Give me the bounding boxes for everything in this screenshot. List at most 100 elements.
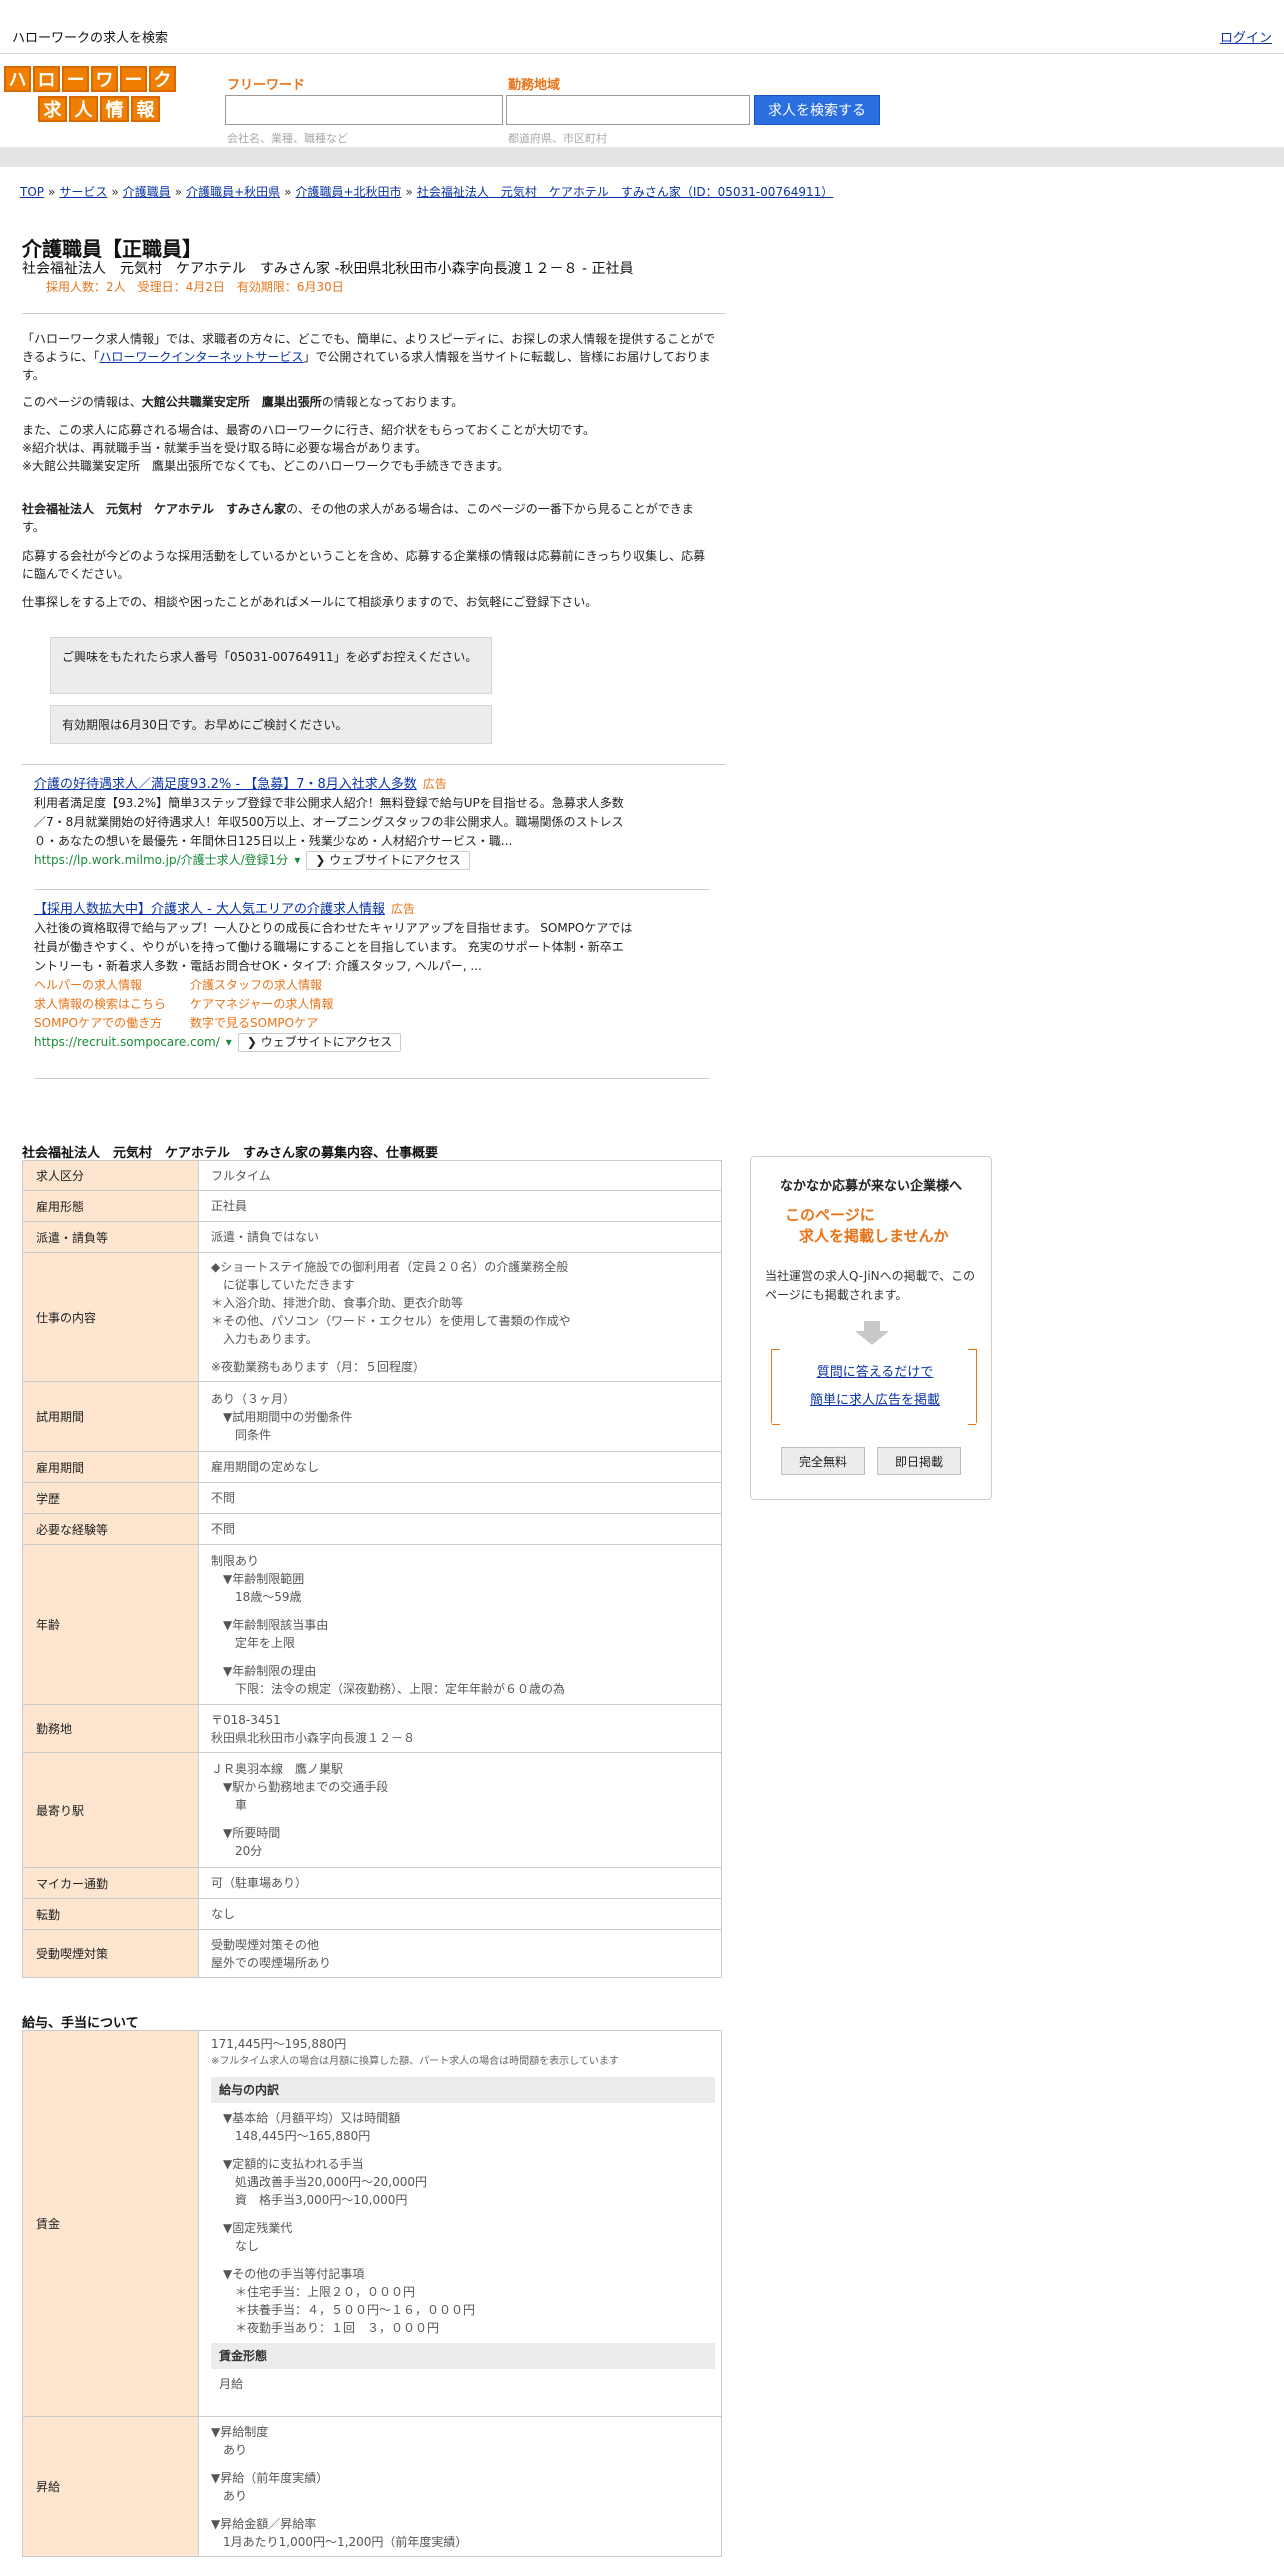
value-line: ※夜勤業務もあります（月：５回程度） — [211, 1360, 426, 1374]
table-row: 受動喫煙対策 受動喫煙対策その他 屋外での喫煙場所あり — [22, 1929, 722, 1978]
freeword-label: フリーワード — [227, 78, 306, 93]
row-value: 不問 — [198, 1513, 722, 1545]
breadcrumb-occupation[interactable]: 介護職員 — [123, 185, 171, 199]
free-button[interactable]: 完全無料 — [781, 1447, 865, 1475]
row-label: 試用期間 — [22, 1381, 199, 1452]
hellowork-logo[interactable]: ハ ロ ー ワ ー ク 求 人 情 報 — [4, 66, 180, 124]
row-label: 受動喫煙対策 — [22, 1929, 199, 1978]
value-line: ▼昇給（前年度実績） — [211, 2470, 329, 2485]
ad-sitelink[interactable]: ヘルパーの求人情報 — [34, 976, 190, 995]
recruiter-promo-box: なかなか応募が来ない企業様へ このページに 求人を掲載しませんか 当社運営の求人… — [750, 1156, 992, 1500]
ad-visit-button[interactable]: ❯ ウェブサイトにアクセス — [237, 1033, 402, 1052]
search-button[interactable]: 求人を検索する — [754, 95, 880, 125]
logo-char: 人 — [69, 96, 98, 122]
value-line: 受動喫煙対策その他 — [211, 1937, 320, 1952]
row-value: 受動喫煙対策その他 屋外での喫煙場所あり — [198, 1929, 722, 1978]
site-title: ハローワークの求人を検索 — [12, 31, 169, 46]
ad-sitelink[interactable]: SOMPOケアでの働き方 — [34, 1014, 190, 1033]
value-line: 1月あたり1,000円〜1,200円（前年度実績） — [223, 2534, 468, 2549]
logo-char: ー — [62, 66, 89, 92]
table-row: 転勤 なし — [22, 1898, 722, 1930]
intro-paragraph-5: 応募する会社が今どのような採用活動をしているかということを含め、応募する企業様の… — [22, 549, 706, 581]
promo-link-easy[interactable]: 質問に答えるだけで — [772, 1361, 978, 1380]
row-value: 派遣・請負ではない — [198, 1221, 722, 1253]
logo-char: 報 — [131, 96, 160, 122]
login-link[interactable]: ログイン — [1220, 27, 1272, 46]
breakdown-title: 給与の内訳 — [211, 2077, 715, 2103]
row-label: 学歴 — [22, 1482, 199, 1514]
breadcrumb-service[interactable]: サービス — [59, 185, 107, 199]
breadcrumb-top[interactable]: TOP — [20, 185, 44, 199]
ad-sitelink[interactable]: 数字で見るSOMPOケア — [190, 1014, 390, 1033]
logo-char: ワ — [91, 66, 118, 92]
intro-text: ※大館公共職業安定所 鷹巣出張所でなくても、どこのハローワークでも手続きできます… — [22, 459, 510, 473]
divider — [22, 313, 726, 314]
value-line: ▼年齢制限の理由 — [223, 1663, 317, 1678]
caret-down-icon[interactable]: ▾ — [294, 851, 300, 870]
row-value: 雇用期間の定めなし — [198, 1451, 722, 1483]
ad-visit-button[interactable]: ❯ ウェブサイトにアクセス — [306, 851, 470, 870]
ad-url-link[interactable]: https://lp.work.milmo.jp/介護士求人/登録1分 — [34, 851, 288, 870]
ad-description: 利用者満足度【93.2%】簡単3ステップ登録で非公開求人紹介！無料登録で給与UP… — [34, 796, 624, 848]
ad-url-link[interactable]: https://recruit.sompocare.com/ — [34, 1033, 220, 1052]
promo-catch-line: このページに — [785, 1206, 875, 1224]
ad-title-link[interactable]: 介護の好待遇求人／満足度93.2% - 【急募】7・8月入社求人多数 — [34, 777, 417, 792]
breadcrumb-prefecture[interactable]: 介護職員+秋田県 — [186, 185, 280, 199]
ad-block: 介護の好待遇求人／満足度93.2% - 【急募】7・8月入社求人多数 広告 利用者… — [34, 775, 634, 870]
value-line: ▼固定残業代 — [223, 2221, 293, 2235]
row-label: 勤務地 — [22, 1704, 199, 1753]
breadcrumb-city[interactable]: 介護職員+北秋田市 — [295, 185, 401, 199]
value-line: ▼所要時間 — [223, 1826, 281, 1840]
row-value: ▼昇給制度 あり ▼昇給（前年度実績） あり ▼昇給金額／昇給率 1月あたり1,… — [198, 2416, 722, 2557]
value-line: に従事していただきます — [223, 1278, 355, 1292]
promo-link-post[interactable]: 簡単に求人広告を掲載 — [772, 1389, 978, 1408]
divider — [22, 764, 726, 765]
value-line: ＪＲ奥羽本線 鷹ノ巣駅 — [211, 1762, 344, 1776]
area-input[interactable] — [506, 95, 750, 125]
salary-range: 171,445円〜195,880円 — [211, 2037, 347, 2051]
ad-title-link[interactable]: 【採用人数拡大中】介護求人 - 大人気エリアの介護求人情報 — [34, 902, 385, 917]
arrow-down-icon — [855, 1321, 889, 1345]
freeword-input[interactable] — [225, 95, 503, 125]
divider — [34, 889, 710, 890]
ad-visit-label: ウェブサイトにアクセス — [260, 1035, 393, 1049]
row-label: 最寄り駅 — [22, 1752, 199, 1868]
row-label: 昇給 — [22, 2416, 199, 2557]
caret-down-icon[interactable]: ▾ — [226, 1033, 232, 1052]
wage-form: 月給 — [219, 2377, 244, 2391]
area-hint: 都道府県、市区町村 — [508, 132, 607, 145]
promo-link-box: 質問に答えるだけで 簡単に求人広告を掲載 — [771, 1349, 978, 1425]
intro-paragraph-2: このページの情報は、大館公共職業安定所 鷹巣出張所の情報となっております。 — [22, 393, 716, 411]
table-row: 求人区分 フルタイム — [22, 1160, 722, 1191]
row-value: 〒018-3451 秋田県北秋田市小森字向長渡１２－８ — [198, 1704, 722, 1753]
value-line: あり（３ヶ月） — [211, 1391, 296, 1406]
breadcrumb-current[interactable]: 社会福祉法人 元気村 ケアホテル すみさん家（ID：05031-00764911… — [417, 185, 833, 199]
logo-char: 情 — [100, 96, 129, 122]
value-line: あり — [223, 2488, 248, 2503]
ad-sitelink[interactable]: 求人情報の検索はこちら — [34, 995, 190, 1014]
row-value: 正社員 — [198, 1190, 722, 1222]
logo-char: ー — [120, 66, 147, 92]
area-label: 勤務地域 — [508, 78, 561, 93]
ad-sitelink[interactable]: ケアマネジャーの求人情報 — [190, 995, 390, 1014]
row-label: 派遣・請負等 — [22, 1221, 199, 1253]
top-bar: ハローワークの求人を検索 ログイン — [0, 0, 1284, 54]
same-day-button[interactable]: 即日掲載 — [877, 1447, 961, 1475]
breadcrumb: TOP» サービス» 介護職員» 介護職員+秋田県» 介護職員+北秋田市» 社会福祉法人 … — [20, 185, 834, 199]
value-line: ＊住宅手当：上限２０，０００円 — [235, 2285, 416, 2299]
row-label: 年齢 — [22, 1544, 199, 1705]
row-value: ＪＲ奥羽本線 鷹ノ巣駅 ▼駅から勤務地までの交通手段 車 ▼所要時間 20分 — [198, 1752, 722, 1868]
row-value: 171,445円〜195,880円 ※フルタイム求人の場合は月額に換算した額、パ… — [198, 2030, 722, 2417]
value-line: 20分 — [235, 1844, 263, 1858]
hellowork-internet-service-link[interactable]: ハローワークインターネットサービス — [99, 350, 303, 364]
logo-char: ロ — [33, 66, 60, 92]
job-number-notice: ご興味をもたれたら求人番号「05031-00764911」を必ずお控えください。 — [50, 637, 492, 694]
intro-text: ※紹介状は、再就職手当・就業手当を受け取る時に必要な場合があります。 — [22, 441, 427, 455]
company-name: 社会福祉法人 元気村 ケアホテル すみさん家 — [22, 502, 287, 516]
salary-table: 賃金 171,445円〜195,880円 ※フルタイム求人の場合は月額に換算した… — [22, 2030, 722, 2557]
row-label: 求人区分 — [22, 1160, 199, 1191]
freeword-hint: 会社名、業種、職種など — [227, 132, 348, 145]
ad-sitelink[interactable]: 介護スタッフの求人情報 — [190, 976, 390, 995]
table-row: 試用期間 あり（３ヶ月） ▼試用期間中の労働条件 同条件 — [22, 1381, 722, 1452]
value-line: 秋田県北秋田市小森字向長渡１２－８ — [211, 1730, 416, 1745]
